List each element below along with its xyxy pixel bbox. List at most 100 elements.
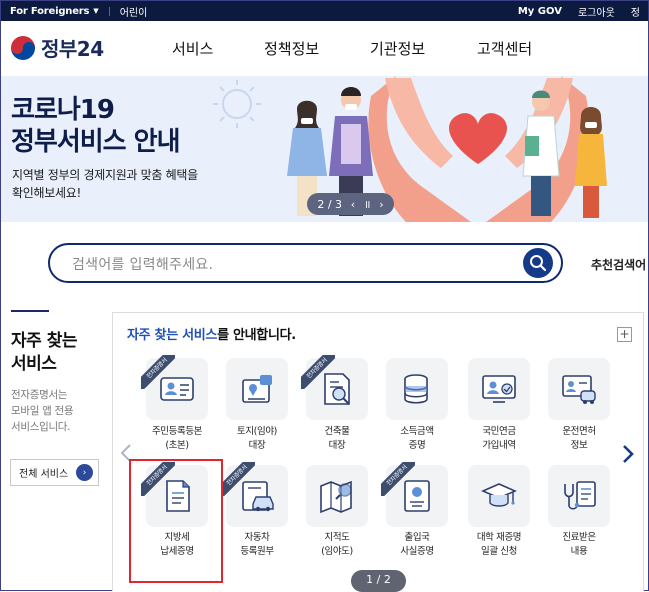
e-certificate-ribbon: 전자증명서 [301,355,335,389]
service-label[interactable]: 소득금액증명 [372,425,462,453]
service-tile[interactable] [548,358,610,420]
kids-link[interactable]: 어린이 [120,4,148,19]
service-label-line1: 진료받은 [562,532,596,543]
service-label-line2: 일괄 신청 [481,546,517,557]
mygov-link[interactable]: My GOV [510,6,570,17]
search-icon [530,255,547,272]
service-label[interactable]: 주민등록등본 (초본) [132,425,222,453]
service-label-line2: 등록원부 [240,546,274,557]
banner-pager-count: 2 / 3 [317,197,343,211]
service-label-line1: 소득금액 [400,426,434,437]
chevron-right-icon: › [76,464,93,481]
coins-icon [404,374,428,404]
service-tile[interactable] [226,358,288,420]
service-label-line1: 대학 재증명 [476,532,522,543]
all-services-label: 전체 서비스 [19,469,69,480]
service-label-line1: 토지(임야) [237,426,277,437]
gov24-logo[interactable]: 정부24 [11,33,104,62]
service-label-line1: 지적도 [324,532,350,543]
service-label-line1: 출입국 [404,532,430,543]
service-tile[interactable]: 전자증명서 [301,355,368,420]
nav-agency-info[interactable]: 기관정보 [370,38,425,59]
recommended-keywords-label: 추천검색어 [591,258,647,272]
for-foreigners-menu[interactable]: For Foreigners [10,6,89,17]
map-pin-document-icon [242,375,272,403]
service-label-line1: 주민등록등본 [151,426,203,437]
promo-banner[interactable]: 코로나19 정부서비스 안내 지역별 정부의 경제지원과 맞춤 혜택을 확인해보… [1,76,648,222]
service-label-line1: 운전면허 [562,426,596,437]
utility-bar: For Foreigners ▼ 어린이 My GOV 로그아웃 정 [1,1,648,21]
service-label-line2: (임야도) [321,546,353,557]
service-tile[interactable] [306,465,368,527]
chevron-right-icon[interactable]: › [379,198,383,211]
service-label-line2: 대장 [328,440,346,451]
banner-title: 코로나19 정부서비스 안내 [11,95,180,157]
taegeuk-logo-icon [11,35,35,60]
service-label[interactable]: 운전면허정보 [534,425,624,453]
service-label[interactable]: 출입국사실증명 [372,531,462,559]
all-services-button[interactable]: 전체 서비스 › [10,459,99,486]
service-label-line2: 정보 [570,440,588,451]
service-label-line2: 대장 [248,440,266,451]
service-tile[interactable] [386,358,448,420]
banner-pager: 2 / 3 ‹ ॥ › [307,193,394,215]
graduation-cap-icon [481,483,517,507]
e-certificate-ribbon: 전자증명서 [381,462,415,496]
selection-highlight [129,459,223,583]
service-label-line2: 가입내역 [482,440,516,451]
frequent-services-description: 전자증명서는 모바일 앱 전용 서비스입니다. [11,389,74,433]
frequent-services-title: 자주 찾는 서비스 [11,331,77,374]
service-tile[interactable] [548,465,610,527]
logo-text: 정부24 [41,37,104,61]
pause-icon[interactable]: ॥ [364,197,371,212]
nav-services[interactable]: 서비스 [172,38,213,59]
service-label[interactable]: 진료받은내용 [534,531,624,559]
service-tile[interactable]: 전자증명서 [141,355,208,420]
service-label-line2: (초본) [165,440,189,451]
e-certificate-ribbon-label: 전자증명서 [301,355,335,389]
search-button[interactable] [523,248,553,278]
service-label-line2: 내용 [570,546,588,557]
caret-down-icon: ▼ [93,7,99,15]
e-certificate-ribbon-label: 전자증명서 [221,462,255,496]
service-tile[interactable] [468,358,530,420]
logout-link[interactable]: 로그아웃 [570,4,623,19]
service-label[interactable]: 국민연금가입내역 [454,425,544,453]
service-label-line1: 건축물 [324,426,350,437]
site-header: 정부24 서비스 정책정보 기관정보 고객센터 [1,21,648,76]
service-label-line1: 국민연금 [482,426,516,437]
carousel-next-icon[interactable] [622,444,634,464]
service-label[interactable]: 대학 재증명일괄 신청 [454,531,544,559]
e-certificate-ribbon-label: 전자증명서 [381,462,415,496]
divider [108,6,110,16]
banner-subtitle: 지역별 정부의 경제지원과 맞춤 혜택을 확인해보세요! [12,168,198,200]
services-heading: 자주 찾는 서비스를 안내합니다. [127,328,296,343]
section-divider [11,310,49,312]
nav-customer-center[interactable]: 고객센터 [477,38,532,59]
pension-monitor-icon [482,375,516,403]
expand-plus-icon[interactable]: + [617,327,632,342]
nav-policy-info[interactable]: 정책정보 [264,38,319,59]
e-certificate-ribbon: 전자증명서 [221,462,255,496]
service-tile[interactable] [468,465,530,527]
stethoscope-icon [564,481,596,510]
service-tile[interactable]: 전자증명서 [221,462,288,527]
search-section: 검색어를 입력해주세요. 추천검색어 [1,222,648,300]
search-placeholder: 검색어를 입력해주세요. [72,257,214,273]
e-certificate-ribbon: 전자증명서 [141,355,175,389]
service-label[interactable]: 지적도 (임야도) [292,531,382,559]
service-label-line2: 증명 [408,440,426,451]
search-input[interactable]: 검색어를 입력해주세요. [48,243,563,283]
e-certificate-ribbon-label: 전자증명서 [141,355,175,389]
chevron-left-icon[interactable]: ‹ [351,198,355,211]
service-tile[interactable]: 전자증명서 [381,462,448,527]
services-pager: 1 / 2 [351,570,406,592]
driver-license-icon [562,375,596,404]
service-label[interactable]: 자동차등록원부 [212,531,302,559]
truncated-link[interactable]: 정 [623,4,648,19]
service-label[interactable]: 토지(임야) 대장 [212,425,302,453]
service-label-line1: 자동차 [244,532,270,543]
service-label[interactable]: 건축물대장 [292,425,382,453]
service-label-line2: 사실증명 [400,546,434,557]
map-search-icon [320,480,352,514]
